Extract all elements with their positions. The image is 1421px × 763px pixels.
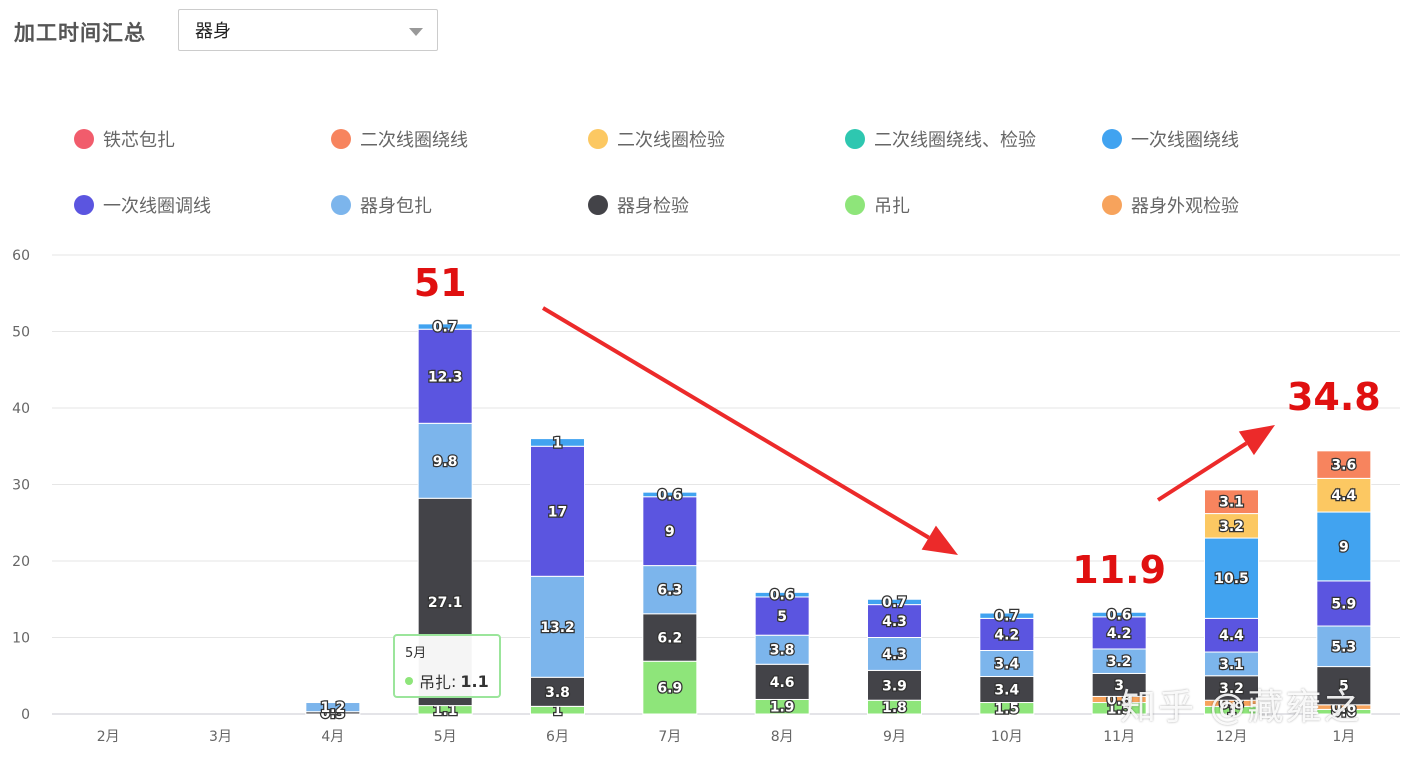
data-label: 4.4 [1219,628,1244,644]
data-label: 1 [553,435,563,451]
data-label: 3.9 [882,678,907,694]
data-label: 5 [777,609,787,625]
data-label: 6.3 [657,583,682,599]
data-label: 4.4 [1331,488,1356,504]
arrow-head [921,525,958,555]
y-tick-label: 30 [12,478,30,494]
data-label: 12.3 [428,369,463,385]
stacked-bar-chart: 01020304050602月 3月0.31.24月1.127.19.812.30… [12,248,1400,745]
data-label: 3.6 [1331,458,1356,474]
x-tick-label: 10月 [991,729,1023,745]
total-annotation: 11.9 [1072,548,1166,592]
tooltip-series-dot [405,677,413,685]
y-tick-label: 50 [12,325,30,341]
data-label: 10.5 [1214,571,1249,587]
data-label: 3.1 [1219,657,1244,673]
data-label: 4.3 [882,647,907,663]
total-annotation: 34.8 [1287,375,1381,419]
data-label: 4.3 [882,614,907,630]
data-label: 0.7 [433,320,458,336]
data-label: 1.9 [770,700,795,716]
data-label: 5.9 [1331,596,1356,612]
x-tick-label: 1月 [1332,729,1355,745]
data-label: 9 [665,524,675,540]
trend-down-arrow [541,306,958,555]
data-label: 0.6 [1107,608,1132,624]
data-label: 4.2 [994,627,1019,643]
data-label: 3.2 [1107,654,1132,670]
tooltip-series-name: 吊扎 [419,673,452,692]
chart-tooltip: 5月 吊扎 : 1.1 [393,634,501,698]
data-label: 4.2 [1107,626,1132,642]
data-label: 4.6 [770,675,795,691]
data-label: 5.3 [1331,639,1356,655]
data-label: 1.5 [994,701,1019,717]
data-label: 13.2 [540,620,575,636]
data-label: 0.6 [657,487,682,503]
data-label: 1.8 [882,700,907,716]
data-label: 3.1 [1219,495,1244,511]
arrow-head [1238,425,1275,456]
x-tick-label: 2月 [97,729,120,745]
y-tick-label: 10 [12,631,30,647]
data-label: 9 [1339,539,1349,555]
x-tick-label: 11月 [1103,729,1135,745]
data-label: 3.8 [545,685,570,701]
trend-up-arrow [1156,425,1275,502]
x-tick-label: 8月 [771,729,794,745]
data-label: 0.7 [994,609,1019,625]
data-label: 27.1 [428,595,463,611]
x-tick-label: 9月 [883,729,906,745]
x-tick-label: 12月 [1216,729,1248,745]
total-annotation: 51 [414,261,467,305]
tooltip-title: 5月 [405,646,427,661]
data-label: 3.4 [994,657,1019,673]
data-label: 0.6 [770,588,795,604]
data-label: 17 [548,504,567,520]
data-label: 6.9 [657,681,682,697]
x-tick-label: 6月 [546,729,569,745]
data-label: 6.2 [657,631,682,647]
x-tick-label: 5月 [434,729,457,745]
y-tick-label: 40 [12,401,30,417]
x-tick-label: 3月 [209,729,232,745]
watermark: 知乎 @藏雍之 [1120,687,1362,728]
y-tick-label: 60 [12,248,30,264]
y-tick-label: 20 [12,554,30,570]
data-label: 9.8 [433,454,458,470]
x-tick-label: 7月 [658,729,681,745]
y-tick-label: 0 [21,707,30,723]
tooltip-separator: : [451,671,457,691]
data-label: 3.2 [1219,519,1244,535]
arrow-shaft [541,306,930,540]
data-label: 0.7 [882,595,907,611]
x-tick-label: 4月 [321,729,344,745]
data-label: 3.4 [994,683,1019,699]
tooltip-value: 1.1 [460,671,489,691]
data-label: 1.2 [320,700,345,716]
data-label: 3.8 [770,643,795,659]
